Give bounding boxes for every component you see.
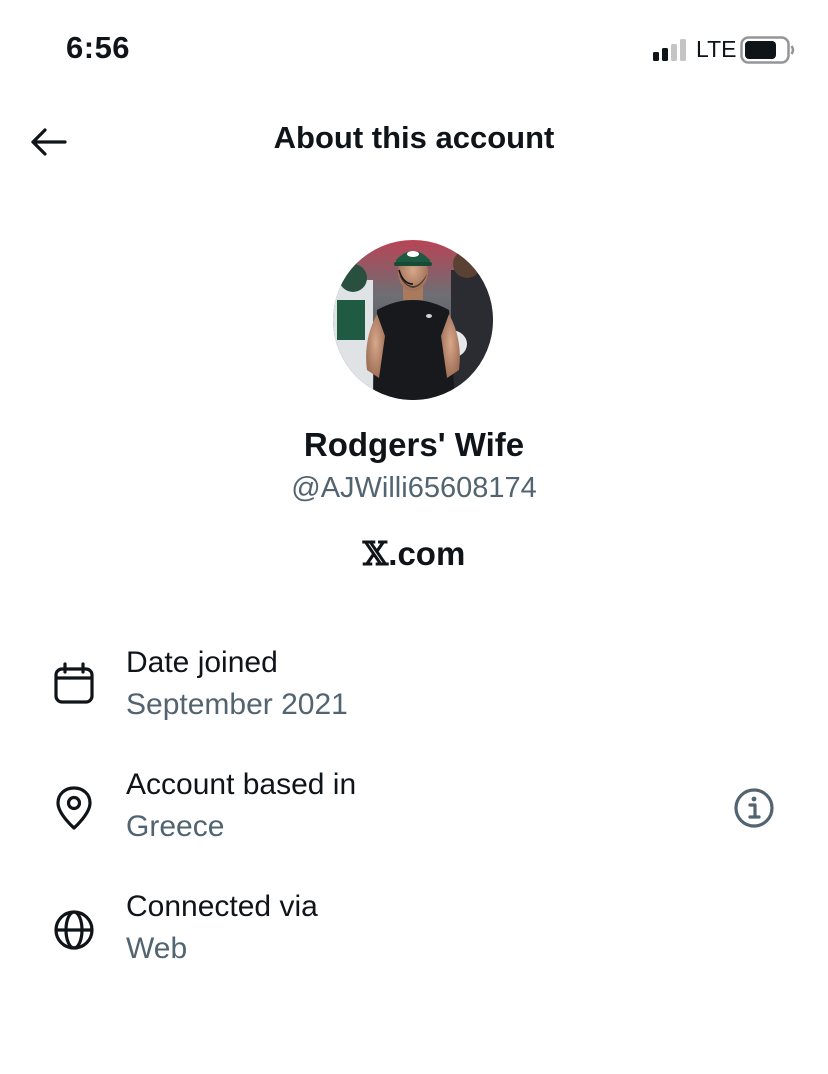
site-suffix: .com (388, 535, 466, 572)
account-based-in-row: Account based in Greece (0, 768, 828, 868)
status-bar: 6:56 LTE (0, 0, 828, 100)
battery-icon (740, 36, 795, 64)
page-title: About this account (273, 120, 555, 155)
date-joined-row: Date joined September 2021 (0, 646, 828, 746)
calendar-icon (54, 662, 94, 704)
x-logo-icon: 𝕏 (362, 534, 389, 573)
status-time: 6:56 (66, 30, 131, 65)
location-pin-icon (56, 786, 92, 830)
avatar[interactable] (333, 240, 493, 400)
connected-via-label: Connected via (126, 890, 318, 923)
info-icon[interactable] (730, 784, 778, 832)
date-joined-value: September 2021 (126, 688, 348, 721)
profile-photo (333, 240, 493, 400)
account-based-in-value: Greece (126, 810, 225, 843)
page-header: About this account (0, 100, 828, 184)
network-type: LTE (696, 36, 737, 62)
account-based-in-label: Account based in (126, 768, 357, 801)
cellular-signal-icon (653, 39, 686, 61)
connected-via-value: Web (126, 932, 188, 965)
display-name: Rodgers' Wife (303, 426, 525, 463)
connected-via-row: Connected via Web (0, 890, 828, 990)
globe-icon (54, 910, 94, 950)
site-label: 𝕏.com (0, 534, 828, 573)
username-handle: @AJWilli65608174 (291, 472, 537, 504)
date-joined-label: Date joined (126, 646, 278, 679)
